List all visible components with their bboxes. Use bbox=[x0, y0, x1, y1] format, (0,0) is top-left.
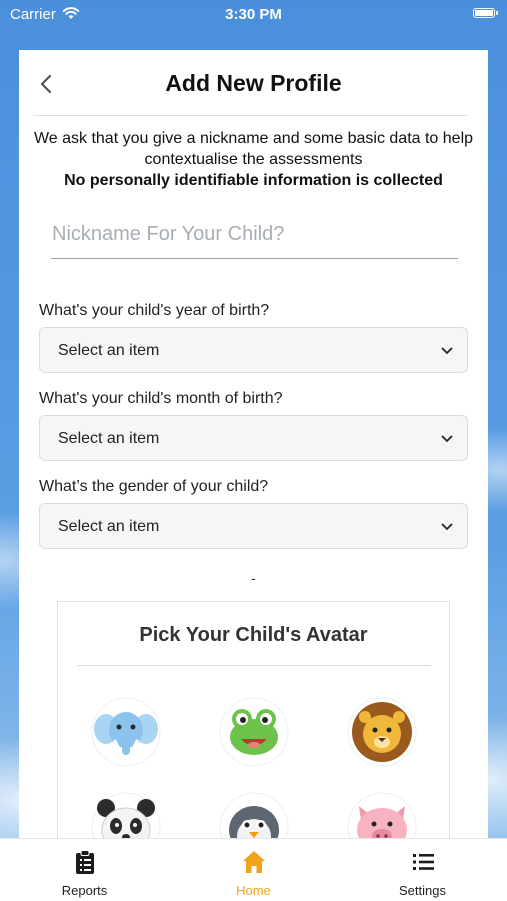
year-of-birth-label: What's your child's year of birth? bbox=[39, 302, 270, 319]
avatar-picker: Pick Your Child's Avatar bbox=[57, 601, 450, 840]
tab-bar: Reports Home Settings bbox=[0, 838, 507, 901]
month-of-birth-select[interactable]: Select an item bbox=[39, 415, 468, 461]
clock: 3:30 PM bbox=[225, 6, 282, 23]
gender-select[interactable]: Select an item bbox=[39, 503, 468, 549]
tab-home-label: Home bbox=[236, 883, 271, 898]
gender-label: What’s the gender of your child? bbox=[39, 478, 269, 495]
privacy-note: No personally identifiable information i… bbox=[64, 172, 443, 189]
lion-avatar-icon[interactable] bbox=[347, 697, 417, 767]
year-of-birth-value: Select an item bbox=[58, 342, 160, 359]
month-of-birth-value: Select an item bbox=[58, 430, 160, 447]
separator-dash: - bbox=[251, 570, 256, 586]
battery-icon bbox=[473, 8, 498, 18]
tab-reports-label: Reports bbox=[61, 883, 108, 898]
page-title: Add New Profile bbox=[165, 70, 342, 96]
tab-home[interactable]: Home bbox=[169, 839, 338, 901]
status-bar: Carrier 3:30 PM bbox=[0, 0, 507, 30]
pig-avatar-icon[interactable] bbox=[347, 792, 417, 840]
year-of-birth-select[interactable]: Select an item bbox=[39, 327, 468, 373]
frog-avatar-icon[interactable] bbox=[219, 697, 289, 767]
elephant-avatar-icon[interactable] bbox=[91, 697, 161, 767]
chevron-down-icon bbox=[441, 523, 453, 530]
home-icon bbox=[243, 851, 265, 873]
month-of-birth-label: What's your child's month of birth? bbox=[39, 390, 283, 407]
clipboard-icon bbox=[76, 850, 94, 874]
tab-reports[interactable]: Reports bbox=[0, 839, 169, 901]
intro-text: We ask that you give a nickname and some… bbox=[29, 128, 478, 191]
avatar-divider bbox=[77, 665, 431, 666]
tab-settings-label: Settings bbox=[399, 883, 446, 898]
intro-line: We ask that you give a nickname and some… bbox=[33, 130, 474, 168]
nickname-input[interactable] bbox=[51, 210, 458, 259]
list-icon bbox=[413, 854, 434, 870]
gender-value: Select an item bbox=[58, 518, 160, 535]
tab-settings[interactable]: Settings bbox=[338, 839, 507, 901]
chevron-down-icon bbox=[441, 435, 453, 442]
penguin-avatar-icon[interactable] bbox=[219, 792, 289, 840]
header-divider bbox=[33, 115, 468, 116]
profile-card: Add New Profile We ask that you give a n… bbox=[19, 50, 488, 840]
avatar-picker-title: Pick Your Child's Avatar bbox=[139, 624, 368, 646]
chevron-down-icon bbox=[441, 347, 453, 354]
panda-avatar-icon[interactable] bbox=[91, 792, 161, 840]
